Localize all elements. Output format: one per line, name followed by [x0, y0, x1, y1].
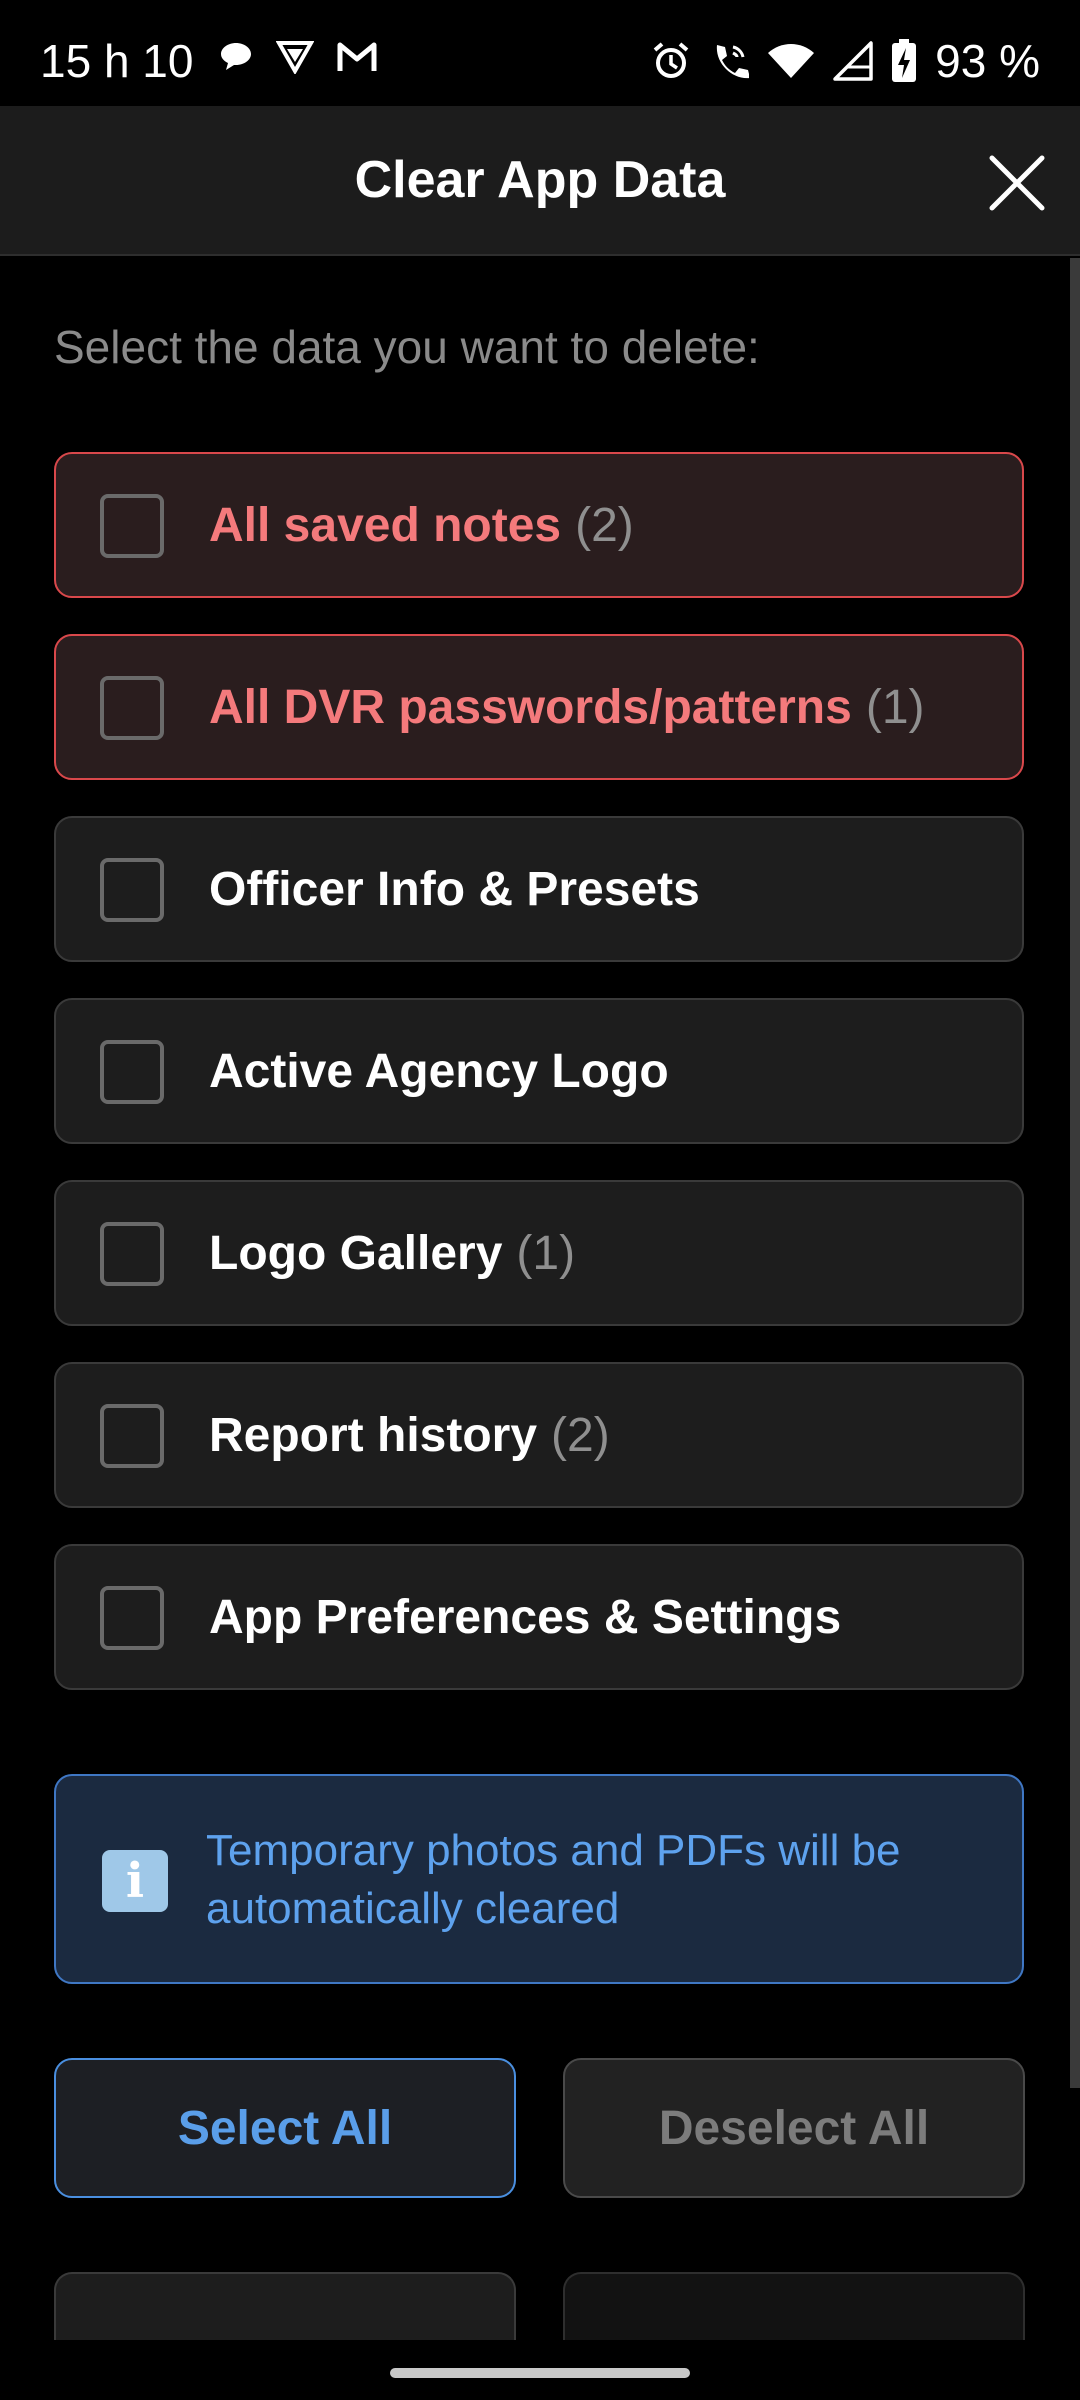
- checkbox[interactable]: [100, 494, 164, 558]
- vpn-shield-icon: [276, 40, 314, 74]
- dialog-header: Clear App Data: [0, 106, 1080, 256]
- option-label: Active Agency Logo: [209, 1000, 669, 1142]
- option-app-preferences[interactable]: App Preferences & Settings: [54, 1544, 1024, 1690]
- option-saved-notes[interactable]: All saved notes (2): [54, 452, 1024, 598]
- wifi-call-icon: [709, 41, 750, 81]
- dialog-content[interactable]: Select the data you want to delete: All …: [0, 258, 1068, 2340]
- option-label: All saved notes (2): [209, 454, 634, 596]
- info-icon: i: [102, 1850, 168, 1912]
- option-text: Report history: [209, 1408, 538, 1462]
- cancel-button[interactable]: [54, 2272, 516, 2340]
- option-label: Officer Info & Presets: [209, 818, 700, 960]
- option-report-history[interactable]: Report history (2): [54, 1362, 1024, 1508]
- checkbox[interactable]: [100, 1586, 164, 1650]
- option-text: Officer Info & Presets: [209, 862, 700, 916]
- notification-icons: [218, 40, 378, 74]
- confirm-button[interactable]: [563, 2272, 1025, 2340]
- option-text: All saved notes: [209, 498, 562, 552]
- checkbox[interactable]: [100, 1040, 164, 1104]
- option-count: (2): [551, 1408, 610, 1462]
- system-icons: 93 %: [651, 34, 1040, 88]
- option-count: (1): [865, 680, 925, 734]
- chat-bubble-icon: [218, 40, 254, 74]
- status-time: 15 h 10: [40, 35, 194, 87]
- scrollbar[interactable]: [1070, 258, 1080, 2088]
- status-bar: 15 h 10 93 %: [0, 0, 1080, 106]
- option-dvr-passwords[interactable]: All DVR passwords/patterns (1): [54, 634, 1024, 780]
- select-all-button[interactable]: Select All: [54, 2058, 516, 2198]
- gesture-handle[interactable]: [390, 2368, 690, 2378]
- checkbox[interactable]: [100, 1404, 164, 1468]
- option-text: Logo Gallery: [209, 1226, 503, 1280]
- option-label: Logo Gallery (1): [209, 1182, 575, 1324]
- checkbox[interactable]: [100, 676, 164, 740]
- option-text: App Preferences & Settings: [209, 1590, 842, 1644]
- close-icon: [988, 154, 1046, 212]
- battery-charging-icon: [891, 39, 917, 83]
- option-count: (1): [516, 1226, 576, 1280]
- gmail-icon: [336, 41, 378, 73]
- info-text: Temporary photos and PDFs will be automa…: [206, 1826, 901, 1933]
- close-button[interactable]: [984, 150, 1050, 216]
- option-logo-gallery[interactable]: Logo Gallery (1): [54, 1180, 1024, 1326]
- dialog-title: Clear App Data: [354, 151, 726, 209]
- checkbox[interactable]: [100, 1222, 164, 1286]
- option-label: App Preferences & Settings: [209, 1546, 841, 1688]
- signal-icon: [833, 41, 873, 81]
- option-text: All DVR passwords/patterns: [209, 680, 852, 734]
- option-count: (2): [575, 498, 634, 552]
- option-text: Active Agency Logo: [209, 1044, 669, 1098]
- alarm-icon: [651, 41, 691, 81]
- option-officer-info[interactable]: Officer Info & Presets: [54, 816, 1024, 962]
- battery-percentage: 93 %: [935, 35, 1040, 87]
- deselect-all-button[interactable]: Deselect All: [563, 2058, 1025, 2198]
- checkbox[interactable]: [100, 858, 164, 922]
- info-notice: i Temporary photos and PDFs will be auto…: [54, 1774, 1024, 1984]
- option-label: Report history (2): [209, 1364, 610, 1506]
- instruction-text: Select the data you want to delete:: [54, 321, 760, 373]
- navigation-bar: [0, 2340, 1080, 2400]
- option-label: All DVR passwords/patterns (1): [209, 636, 925, 778]
- wifi-icon: [767, 42, 815, 80]
- option-active-agency-logo[interactable]: Active Agency Logo: [54, 998, 1024, 1144]
